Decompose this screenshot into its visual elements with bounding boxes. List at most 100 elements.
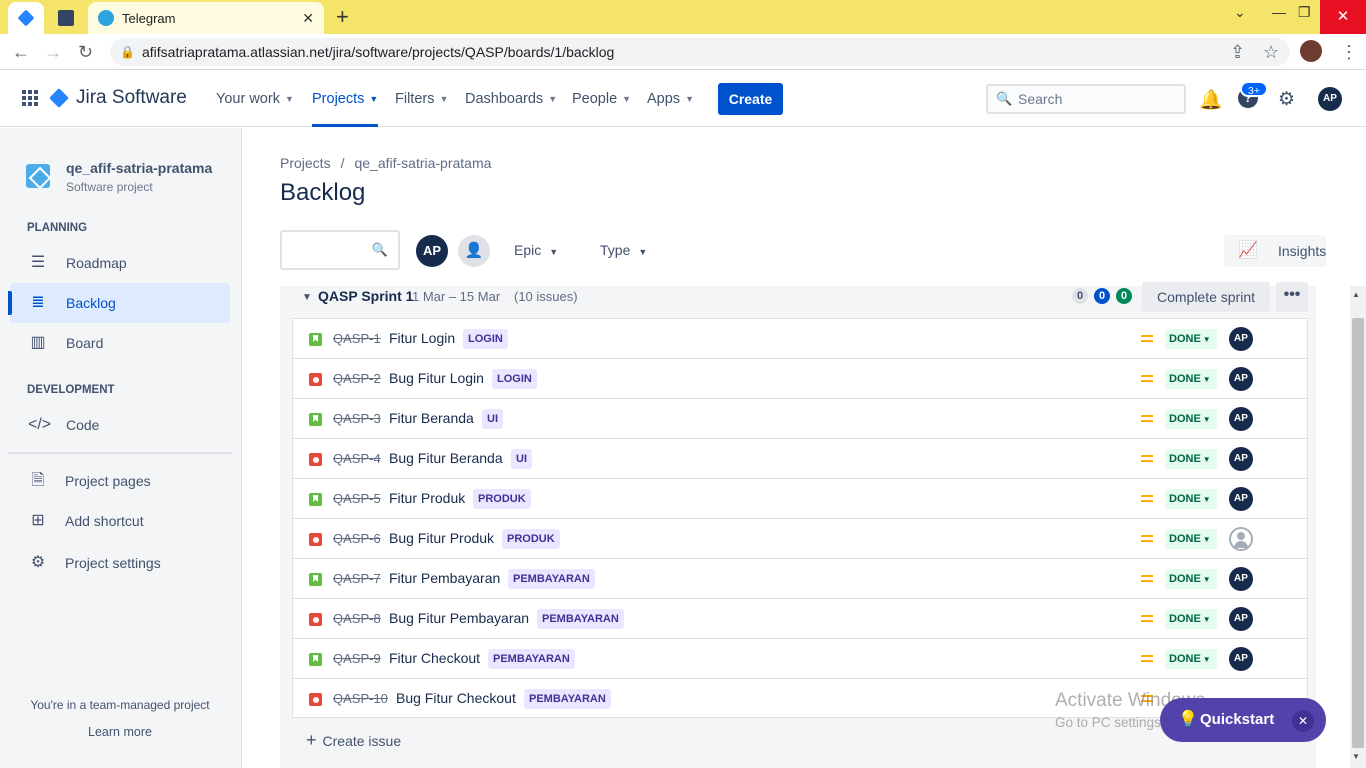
tab-search-icon[interactable]: ⌄: [1234, 4, 1246, 21]
more-actions-button[interactable]: •••: [1276, 282, 1308, 312]
breadcrumb-projects[interactable]: Projects: [280, 155, 331, 171]
minimize-icon[interactable]: —: [1272, 4, 1286, 20]
unassigned-avatar-icon[interactable]: [1229, 527, 1253, 551]
app-switcher-icon[interactable]: [22, 90, 38, 106]
epic-lozenge[interactable]: UI: [482, 409, 503, 429]
forward-icon[interactable]: →: [44, 42, 62, 63]
url-field[interactable]: 🔒 afifsatriapratama.atlassian.net/jira/s…: [110, 38, 1290, 66]
nav-filters[interactable]: Filters ▼: [395, 70, 448, 127]
jira-logo[interactable]: Jira Software: [49, 87, 187, 109]
sidebar-item-board[interactable]: ▥ Board: [10, 323, 230, 363]
nav-your-work[interactable]: Your work ▼: [216, 70, 294, 127]
scrollbar-thumb[interactable]: [1352, 318, 1364, 748]
epic-lozenge[interactable]: PRODUK: [473, 489, 531, 509]
assignee-avatar[interactable]: AP: [1229, 607, 1253, 631]
settings-gear-icon[interactable]: ⚙: [1278, 88, 1295, 111]
issue-row[interactable]: QASP-8 Bug Fitur Pembayaran PEMBAYARAN DONE…: [293, 599, 1307, 639]
bookmark-star-icon[interactable]: ☆: [1263, 42, 1279, 63]
issue-summary[interactable]: Bug Fitur Checkout: [396, 690, 516, 706]
back-icon[interactable]: ←: [12, 42, 30, 63]
status-dropdown[interactable]: DONE ▼: [1165, 609, 1217, 629]
add-people-icon[interactable]: 👤: [458, 235, 490, 267]
issue-row[interactable]: QASP-3 Fitur Beranda UI DONE ▼ AP: [293, 399, 1307, 439]
epic-filter-dropdown[interactable]: Epic ▼: [514, 242, 558, 258]
window-close-icon[interactable]: ✕: [1320, 0, 1366, 34]
insights-button[interactable]: 📈 Insights: [1224, 235, 1326, 267]
issue-row[interactable]: QASP-6 Bug Fitur Produk PRODUK DONE ▼: [293, 519, 1307, 559]
epic-lozenge[interactable]: PEMBAYARAN: [508, 569, 595, 589]
issue-summary[interactable]: Fitur Beranda: [389, 410, 474, 426]
epic-lozenge[interactable]: PEMBAYARAN: [537, 609, 624, 629]
issue-row[interactable]: QASP-7 Fitur Pembayaran PEMBAYARAN DONE ▼ AP: [293, 559, 1307, 599]
issue-summary[interactable]: Fitur Checkout: [389, 650, 480, 666]
epic-lozenge[interactable]: PEMBAYARAN: [524, 689, 611, 709]
status-dropdown[interactable]: DONE ▼: [1165, 369, 1217, 389]
issue-key[interactable]: QASP-3: [333, 411, 381, 426]
sidebar-item-add-shortcut[interactable]: ⊞ Add shortcut: [10, 501, 230, 541]
epic-lozenge[interactable]: LOGIN: [492, 369, 537, 389]
issue-row[interactable]: QASP-4 Bug Fitur Beranda UI DONE ▼ AP: [293, 439, 1307, 479]
sidebar-item-project-settings[interactable]: ⚙ Project settings: [10, 543, 230, 583]
close-tab-icon[interactable]: ✕: [302, 10, 314, 27]
reload-icon[interactable]: ↻: [78, 42, 93, 63]
nav-people[interactable]: People ▼: [572, 70, 631, 127]
assignee-avatar[interactable]: AP: [1229, 447, 1253, 471]
sidebar-item-code[interactable]: </> Code: [10, 405, 230, 445]
close-icon[interactable]: ✕: [1292, 710, 1314, 732]
status-dropdown[interactable]: DONE ▼: [1165, 449, 1217, 469]
new-tab-icon[interactable]: +: [336, 4, 349, 30]
issue-key[interactable]: QASP-6: [333, 531, 381, 546]
notifications-icon[interactable]: 🔔: [1199, 88, 1223, 112]
assignee-avatar[interactable]: AP: [1229, 407, 1253, 431]
issue-summary[interactable]: Fitur Pembayaran: [389, 570, 500, 586]
share-icon[interactable]: ⇪: [1230, 42, 1245, 63]
issue-key[interactable]: QASP-5: [333, 491, 381, 506]
issue-summary[interactable]: Fitur Login: [389, 330, 455, 346]
tab-jira[interactable]: [8, 2, 44, 34]
issue-key[interactable]: QASP-2: [333, 371, 381, 386]
sidebar-item-backlog[interactable]: ≣ Backlog: [8, 283, 230, 323]
status-dropdown[interactable]: DONE ▼: [1165, 649, 1217, 669]
status-dropdown[interactable]: DONE ▼: [1165, 409, 1217, 429]
issue-summary[interactable]: Bug Fitur Produk: [389, 530, 494, 546]
issue-summary[interactable]: Bug Fitur Pembayaran: [389, 610, 529, 626]
issue-key[interactable]: QASP-8: [333, 611, 381, 626]
profile-avatar[interactable]: [1300, 40, 1322, 62]
issue-row[interactable]: QASP-1 Fitur Login LOGIN DONE ▼ AP: [293, 319, 1307, 359]
complete-sprint-button[interactable]: Complete sprint: [1142, 282, 1270, 312]
status-dropdown[interactable]: DONE ▼: [1165, 569, 1217, 589]
tab-telegram[interactable]: Telegram ✕: [88, 2, 324, 34]
issue-row[interactable]: QASP-5 Fitur Produk PRODUK DONE ▼ AP: [293, 479, 1307, 519]
search-input[interactable]: 🔍 Search: [986, 84, 1186, 114]
breadcrumb-project[interactable]: qe_afif-satria-pratama: [354, 155, 491, 171]
scroll-up-arrow-icon[interactable]: ▲: [1352, 290, 1360, 299]
status-dropdown[interactable]: DONE ▼: [1165, 489, 1217, 509]
assignee-filter-avatar[interactable]: AP: [416, 235, 448, 267]
issue-row[interactable]: QASP-2 Bug Fitur Login LOGIN DONE ▼ AP: [293, 359, 1307, 399]
backlog-search-input[interactable]: 🔍: [280, 230, 400, 270]
user-avatar[interactable]: AP: [1318, 87, 1342, 111]
issue-key[interactable]: QASP-7: [333, 571, 381, 586]
nav-projects[interactable]: Projects ▼: [312, 70, 379, 127]
assignee-avatar[interactable]: AP: [1229, 327, 1253, 351]
assignee-avatar[interactable]: AP: [1229, 567, 1253, 591]
epic-lozenge[interactable]: LOGIN: [463, 329, 508, 349]
issue-summary[interactable]: Bug Fitur Beranda: [389, 450, 503, 466]
create-issue-button[interactable]: + Create issue: [306, 730, 401, 751]
sidebar-item-project-pages[interactable]: 🗎 Project pages: [10, 461, 230, 501]
scroll-down-arrow-icon[interactable]: ▼: [1352, 752, 1360, 761]
nav-dashboards[interactable]: Dashboards ▼: [465, 70, 557, 127]
project-name[interactable]: qe_afif-satria-pratama: [66, 160, 212, 176]
browser-menu-icon[interactable]: ⋮: [1340, 42, 1358, 63]
epic-lozenge[interactable]: PEMBAYARAN: [488, 649, 575, 669]
assignee-avatar[interactable]: AP: [1229, 487, 1253, 511]
tab-dashboard[interactable]: [48, 2, 84, 34]
issue-key[interactable]: QASP-4: [333, 451, 381, 466]
epic-lozenge[interactable]: UI: [511, 449, 532, 469]
issue-summary[interactable]: Bug Fitur Login: [389, 370, 484, 386]
learn-more-link[interactable]: Learn more: [0, 725, 240, 739]
issue-summary[interactable]: Fitur Produk: [389, 490, 465, 506]
issue-key[interactable]: QASP-9: [333, 651, 381, 666]
status-dropdown[interactable]: DONE ▼: [1165, 329, 1217, 349]
assignee-avatar[interactable]: AP: [1229, 367, 1253, 391]
